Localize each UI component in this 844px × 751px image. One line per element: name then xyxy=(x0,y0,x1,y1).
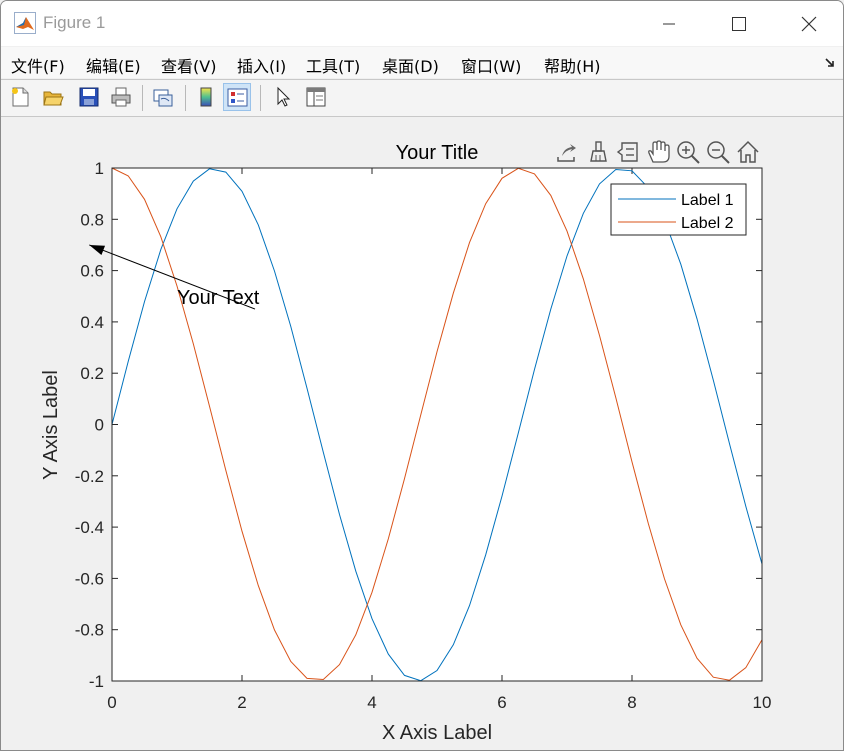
x-tick-label: 4 xyxy=(367,693,376,712)
legend-label-1: Label 1 xyxy=(681,192,734,209)
y-tick-label: -0.6 xyxy=(75,569,104,588)
annotation-arrow-head xyxy=(89,244,106,256)
x-tick-label: 10 xyxy=(753,693,772,712)
annotation-text: Your Text xyxy=(177,287,260,309)
zoom-in-button[interactable] xyxy=(675,139,701,165)
y-tick-label: 0.8 xyxy=(80,210,104,229)
pan-button[interactable] xyxy=(645,139,671,165)
figure-window: Figure 1 文件(F) 编辑(E) 查看(V) 插入(I) 工具(T) 桌… xyxy=(0,0,844,751)
x-tick-label: 0 xyxy=(107,693,116,712)
x-axis-label: X Axis Label xyxy=(382,722,492,744)
x-tick-label: 2 xyxy=(237,693,246,712)
x-tick-label: 6 xyxy=(497,693,506,712)
export-icon xyxy=(557,144,576,162)
y-tick-label: 0.6 xyxy=(80,262,104,281)
y-tick-label: 1 xyxy=(95,159,104,178)
data-tips-icon xyxy=(616,142,638,162)
zoom-in-icon xyxy=(677,141,700,164)
y-axis-label: Y Axis Label xyxy=(40,370,62,480)
y-tick-label: 0 xyxy=(95,416,104,435)
y-tick-label: -1 xyxy=(89,672,104,691)
plot-area[interactable]: 0 2 4 6 8 10-1-0.8-0.6-0.4-0.200.20.40.60.81 … xyxy=(1,1,843,750)
restore-view-button[interactable] xyxy=(735,139,761,165)
brush-button[interactable] xyxy=(585,139,611,165)
zoom-out-icon xyxy=(707,141,730,164)
brush-icon xyxy=(590,141,607,162)
legend[interactable]: Label 1 Label 2 xyxy=(610,183,747,236)
pan-hand-icon xyxy=(648,140,670,163)
y-tick-label: -0.2 xyxy=(75,467,104,486)
y-tick-label: -0.4 xyxy=(75,518,104,537)
axes-background xyxy=(112,168,762,681)
zoom-out-button[interactable] xyxy=(705,139,731,165)
data-tips-button[interactable] xyxy=(615,139,641,165)
restore-view-home-icon xyxy=(737,140,759,163)
legend-label-2: Label 2 xyxy=(681,215,734,232)
y-tick-label: 0.4 xyxy=(80,313,104,332)
x-tick-label: 8 xyxy=(627,693,636,712)
y-tick-label: 0.2 xyxy=(80,364,104,383)
chart-title: Your Title xyxy=(396,142,479,164)
export-button[interactable] xyxy=(554,139,580,165)
y-tick-label: -0.8 xyxy=(75,621,104,640)
